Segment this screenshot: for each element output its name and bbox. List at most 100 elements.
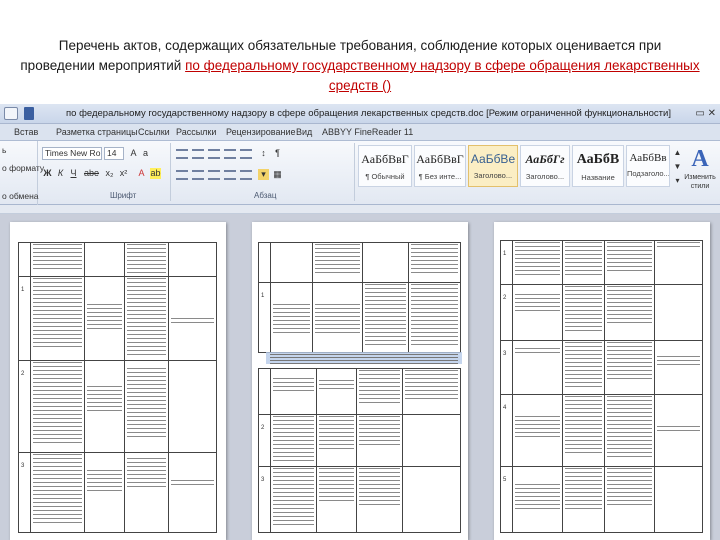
table-cell — [356, 466, 403, 533]
numbering-icon[interactable] — [192, 149, 204, 159]
style-no-spacing[interactable]: АаБбВвГ ¶ Без инте... — [414, 145, 466, 187]
align-right-icon[interactable] — [208, 170, 220, 180]
table-cell: 5 — [500, 466, 513, 533]
table-cell — [168, 452, 217, 533]
tab-mailings[interactable]: Рассылки — [176, 127, 216, 137]
ribbon-tabs: Встав Разметка страницы Ссылки Рассылки … — [0, 124, 720, 141]
align-center-icon[interactable] — [192, 170, 204, 180]
table-cell — [84, 360, 125, 453]
change-styles-label-1: Изменить — [684, 174, 716, 181]
font-size-box[interactable]: 14 — [104, 147, 124, 160]
page-table: 1 2 3 — [500, 240, 703, 533]
table-cell — [562, 466, 605, 533]
table-cell — [604, 466, 655, 533]
style-subtitle[interactable]: АаБбВв Подзаголо... — [626, 145, 670, 187]
row-number: 2 — [503, 295, 507, 301]
save-icon[interactable] — [24, 107, 34, 120]
row-number: 4 — [503, 405, 507, 411]
table-cell — [270, 368, 317, 415]
tab-page-layout[interactable]: Разметка страницы — [56, 127, 138, 137]
line-spacing-icon[interactable] — [240, 170, 252, 180]
style-sample: АаБбГг — [525, 152, 565, 166]
table-cell — [356, 414, 403, 467]
table-cell — [124, 360, 169, 453]
table-cell: 1 — [258, 282, 271, 353]
table-cell: 4 — [500, 394, 513, 467]
table-cell — [270, 466, 317, 533]
tab-references[interactable]: Ссылки — [138, 127, 170, 137]
tab-view[interactable]: Вид — [296, 127, 312, 137]
table-cell — [654, 284, 703, 341]
table-cell: 3 — [18, 452, 31, 533]
table-cell — [562, 340, 605, 395]
subscript-icon[interactable]: x₂ — [104, 168, 115, 179]
group-divider — [354, 143, 355, 201]
style-title[interactable]: АаБбВ Название — [572, 145, 624, 187]
table-cell: 3 — [258, 466, 271, 533]
table-cell — [654, 340, 703, 395]
quick-access-icon[interactable] — [4, 107, 18, 120]
multilevel-list-icon[interactable] — [208, 149, 220, 159]
table-cell — [512, 240, 563, 285]
format-painter-label[interactable]: о формату — [2, 163, 44, 173]
highlight-icon[interactable]: ab — [150, 168, 161, 179]
style-name: Заголово... — [473, 171, 513, 180]
window-controls[interactable]: ▭ ✕ — [695, 107, 716, 120]
sort-icon[interactable]: ↕ — [258, 148, 269, 159]
slide-title: Перечень актов, содержащих обязательные … — [20, 36, 700, 96]
document-area[interactable]: 1 2 3 1 2 3 1 2 3 4 5 — [0, 214, 720, 540]
font-color-icon[interactable]: A — [136, 168, 147, 179]
underline-icon[interactable]: Ч — [68, 168, 79, 179]
table-cell — [124, 242, 169, 277]
style-normal[interactable]: АаБбВвГ ¶ Обычный — [358, 145, 412, 187]
table-cell — [316, 368, 357, 415]
shading-icon[interactable]: ▾ — [258, 169, 269, 180]
bullets-icon[interactable] — [176, 149, 188, 159]
table-cell — [402, 414, 461, 467]
borders-icon[interactable]: ▦ — [272, 169, 283, 180]
style-heading-1[interactable]: АаБбВе Заголово... — [468, 145, 518, 187]
table-cell — [512, 466, 563, 533]
table-cell — [408, 282, 461, 353]
justify-icon[interactable] — [224, 170, 236, 180]
word-window: по федеральному государственному надзору… — [0, 104, 720, 540]
grow-font-icon[interactable]: A — [128, 148, 139, 159]
decrease-indent-icon[interactable] — [224, 149, 236, 159]
style-name: Название — [581, 173, 615, 182]
shrink-font-icon[interactable]: a — [140, 148, 151, 159]
title-bar: по федеральному государственному надзору… — [0, 104, 720, 124]
table-cell — [84, 276, 125, 361]
row-number: 1 — [261, 293, 265, 299]
slide-title-link[interactable]: по федеральному государственному надзору… — [185, 58, 700, 93]
row-number: 3 — [261, 477, 265, 483]
document-page-1[interactable]: 1 2 3 — [10, 222, 226, 540]
table-cell: 2 — [258, 414, 271, 467]
tab-abbyy[interactable]: ABBYY FineReader 11 — [322, 127, 413, 137]
italic-icon[interactable]: К — [55, 168, 66, 179]
strikethrough-icon[interactable]: abe — [84, 168, 99, 179]
ruler[interactable] — [0, 205, 720, 214]
style-sample: АаБбВвГ — [416, 152, 464, 166]
style-heading-2[interactable]: АаБбГг Заголово... — [520, 145, 570, 187]
document-page-3[interactable]: 1 2 3 4 5 — [494, 222, 710, 540]
table-cell — [562, 240, 605, 285]
align-left-icon[interactable] — [176, 170, 188, 180]
tab-insert[interactable]: Встав — [14, 127, 38, 137]
page-table: 2 3 — [258, 368, 461, 533]
change-styles-button[interactable]: A Изменить стили — [682, 145, 718, 201]
bold-icon[interactable]: Ж — [42, 168, 53, 179]
table-cell — [270, 414, 317, 467]
document-page-2[interactable]: 1 2 3 — [252, 222, 468, 540]
table-cell — [84, 242, 125, 277]
pilcrow-icon[interactable]: ¶ — [272, 148, 283, 159]
tab-review[interactable]: Рецензирование — [226, 127, 296, 137]
table-cell — [512, 340, 563, 395]
font-name-box[interactable]: Times New Ro — [42, 147, 102, 160]
increase-indent-icon[interactable] — [240, 149, 252, 159]
table-cell — [604, 284, 655, 341]
table-cell — [258, 242, 271, 283]
change-styles-icon: A — [691, 146, 709, 172]
row-number: 2 — [21, 371, 25, 377]
superscript-icon[interactable]: x² — [118, 168, 129, 179]
table-cell — [258, 368, 271, 415]
